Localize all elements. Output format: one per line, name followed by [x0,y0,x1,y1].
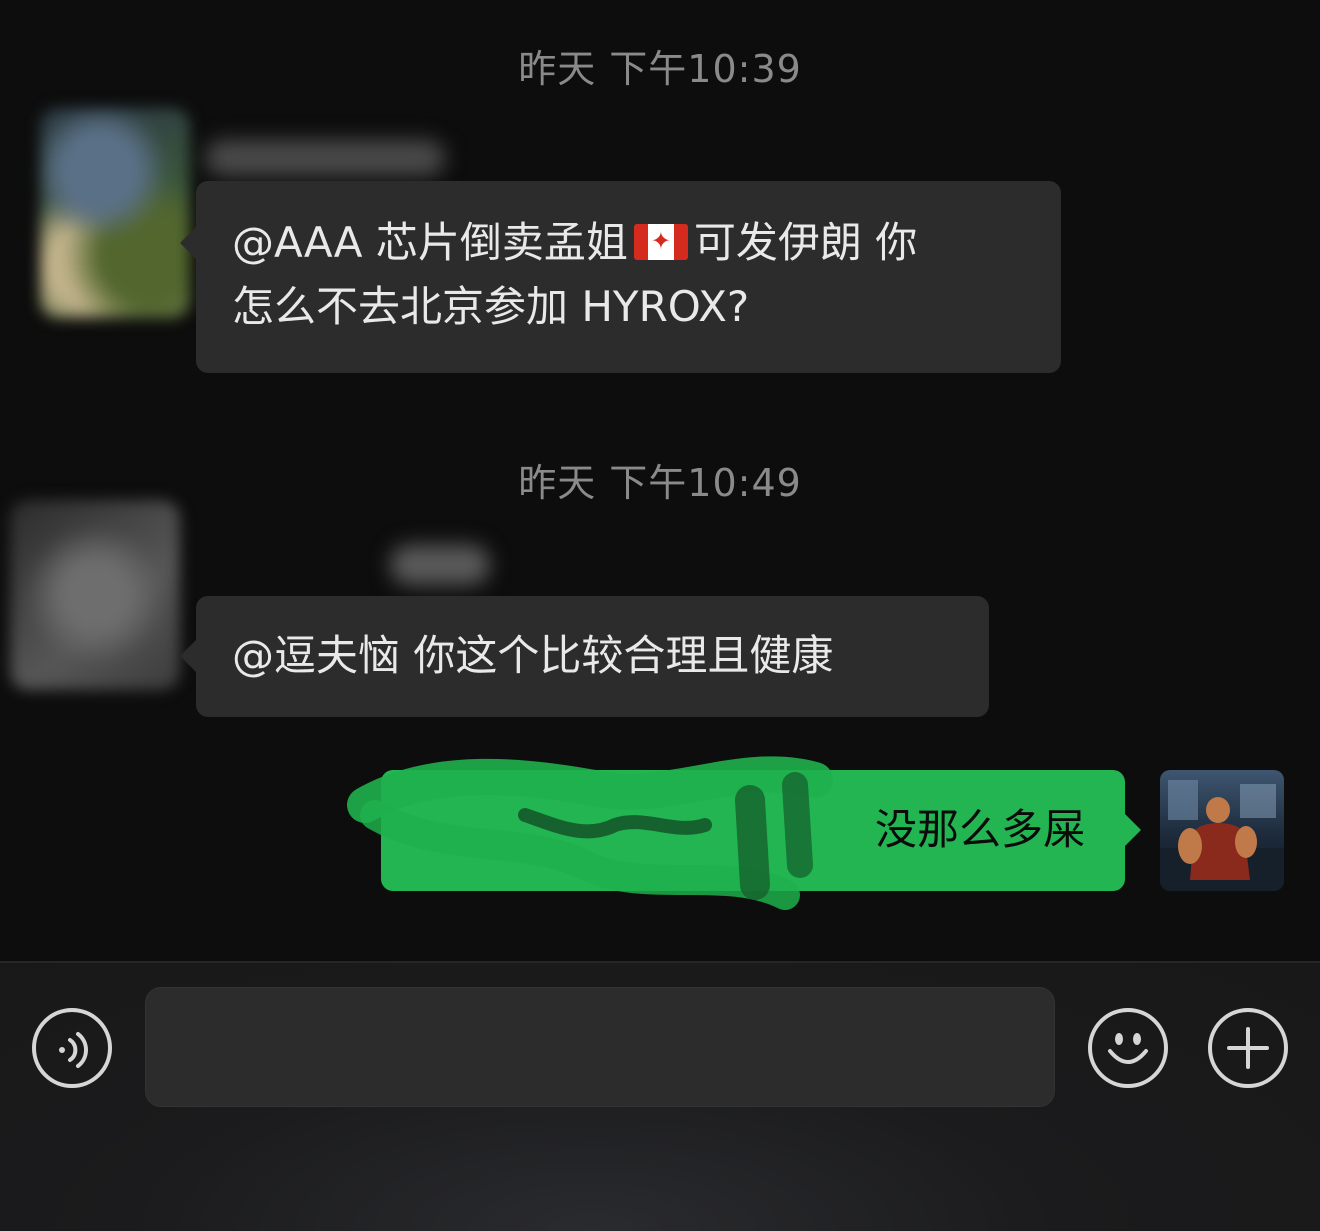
plus-icon [1227,1027,1269,1069]
sender-avatar[interactable] [40,108,190,318]
smiley-face-icon [1108,1033,1148,1064]
canada-flag-icon [633,223,688,260]
message-input[interactable] [145,987,1055,1107]
voice-wave-icon [59,1032,88,1068]
outgoing-message-bubble[interactable]: 没那么多屎 [381,770,1141,891]
incoming-message-bubble[interactable]: @AAA 芯片倒卖孟姐 可发伊朗 你 怎么不去北京参加 HYROX? [180,181,1061,373]
sender-name-redacted [205,140,445,176]
voice-input-button[interactable] [32,1008,112,1088]
incoming-message-bubble[interactable]: @逗夫恼 你这个比较合理且健康 [180,596,989,717]
message-text: 可发伊朗 你 [693,218,918,267]
chat-message-list[interactable]: 昨天 下午10:39 @AAA 芯片倒卖孟姐 可发伊朗 你 怎么不去北京参加 HY… [0,0,1320,960]
message-timestamp: 昨天 下午10:49 [518,461,802,505]
message-text: 没那么多屎 [874,805,1085,854]
my-avatar[interactable] [1160,770,1284,891]
message-timestamp: 昨天 下午10:39 [518,47,802,91]
emoji-button[interactable] [1088,1008,1168,1088]
sender-name-redacted [390,545,490,585]
message-text: @逗夫恼 你这个比较合理且健康 [232,631,834,680]
more-options-button[interactable] [1208,1008,1288,1088]
message-text: 怎么不去北京参加 HYROX? [232,282,750,331]
chat-input-bar [0,961,1320,1231]
sender-avatar[interactable] [10,500,180,690]
message-text: @AAA 芯片倒卖孟姐 [232,218,628,267]
avatar-photo-icon [1160,780,1284,891]
